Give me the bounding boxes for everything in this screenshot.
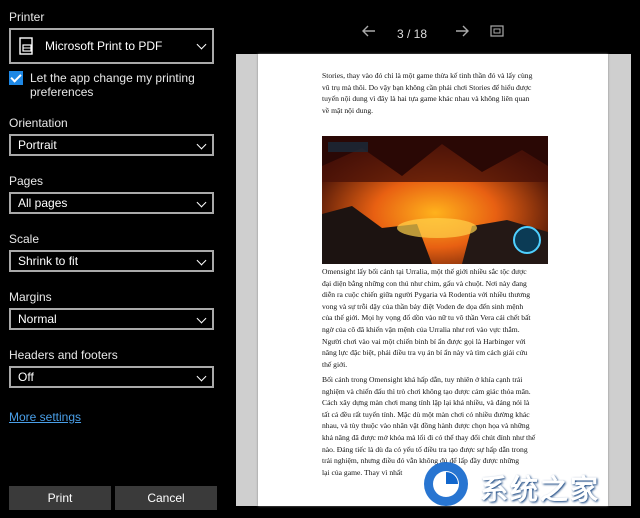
headers-footers-label: Headers and footers bbox=[9, 348, 118, 362]
fit-page-button[interactable] bbox=[490, 24, 504, 42]
print-button[interactable]: Print bbox=[9, 486, 111, 510]
scale-label: Scale bbox=[9, 232, 40, 246]
preview-page: Stories, thay vào đó chỉ là một game thừ… bbox=[258, 54, 608, 506]
margins-select[interactable]: Normal bbox=[9, 308, 214, 330]
print-settings-panel: Printer Microsoft Print to PDF Let the a… bbox=[0, 0, 228, 518]
watermark-logo: 系统之家 bbox=[420, 458, 634, 510]
orientation-select[interactable]: Portrait bbox=[9, 134, 214, 156]
paragraph-2: Omensight lấy bối cảnh tại Urralia, một … bbox=[322, 267, 531, 369]
chevron-down-icon bbox=[196, 197, 207, 208]
watermark-text: 系统之家 bbox=[480, 473, 601, 506]
watermark-icon bbox=[424, 462, 468, 506]
paragraph-1: Stories, thay vào đó chỉ là một game thừ… bbox=[322, 71, 533, 115]
margins-label: Margins bbox=[9, 290, 52, 304]
scale-value: Shrink to fit bbox=[18, 254, 79, 268]
arrow-left-icon bbox=[362, 25, 375, 37]
headers-footers-select[interactable]: Off bbox=[9, 366, 214, 388]
printer-label: Printer bbox=[9, 10, 45, 24]
margins-value: Normal bbox=[18, 312, 57, 326]
more-settings-link[interactable]: More settings bbox=[9, 410, 81, 424]
scale-select[interactable]: Shrink to fit bbox=[9, 250, 214, 272]
chevron-down-icon bbox=[196, 39, 207, 50]
fit-to-window-icon bbox=[490, 25, 504, 37]
chevron-down-icon bbox=[196, 255, 207, 266]
cancel-button[interactable]: Cancel bbox=[115, 486, 217, 510]
pages-value: All pages bbox=[18, 196, 68, 210]
previous-page-button[interactable] bbox=[362, 24, 376, 42]
app-change-checkbox-label: Let the app change my printing preferenc… bbox=[30, 71, 195, 99]
orientation-label: Orientation bbox=[9, 116, 68, 130]
chevron-down-icon bbox=[196, 139, 207, 150]
orientation-value: Portrait bbox=[18, 138, 57, 152]
headers-footers-value: Off bbox=[18, 370, 34, 384]
page-indicator: 3 / 18 bbox=[397, 27, 428, 41]
pages-label: Pages bbox=[9, 174, 44, 188]
printer-icon bbox=[19, 37, 35, 69]
app-change-checkbox[interactable] bbox=[9, 71, 23, 85]
next-page-button[interactable] bbox=[455, 24, 469, 42]
printer-select[interactable]: Microsoft Print to PDF bbox=[9, 28, 214, 64]
arrow-right-icon bbox=[456, 25, 469, 37]
game-screenshot-image bbox=[322, 136, 548, 264]
chevron-down-icon bbox=[196, 313, 207, 324]
chevron-down-icon bbox=[196, 371, 207, 382]
pages-select[interactable]: All pages bbox=[9, 192, 214, 214]
printer-value: Microsoft Print to PDF bbox=[45, 39, 163, 53]
checkmark-icon bbox=[10, 71, 22, 83]
